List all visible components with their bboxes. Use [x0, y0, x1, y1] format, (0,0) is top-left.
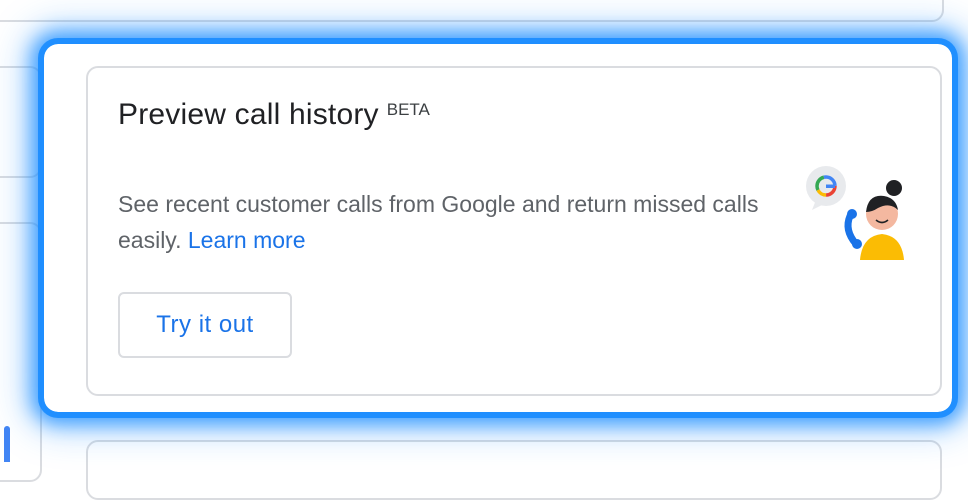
card-description: See recent customer calls from Google an… [118, 186, 778, 258]
card-title: Preview call history [118, 98, 379, 131]
beta-badge: BETA [386, 100, 430, 119]
preview-call-history-card: Preview call history BETA See recent cus… [86, 66, 942, 396]
try-it-out-button[interactable]: Try it out [118, 292, 292, 358]
person-body [860, 234, 904, 260]
support-agent-phone-icon [806, 166, 904, 260]
learn-more-link[interactable]: Learn more [188, 227, 306, 253]
card-title-row: Preview call history BETA [118, 98, 430, 132]
background-card-left-upper [0, 66, 42, 178]
hair-bun [886, 180, 902, 196]
background-card-bottom [86, 440, 942, 500]
background-card-top [0, 0, 944, 22]
partial-chart-bar [4, 426, 10, 462]
